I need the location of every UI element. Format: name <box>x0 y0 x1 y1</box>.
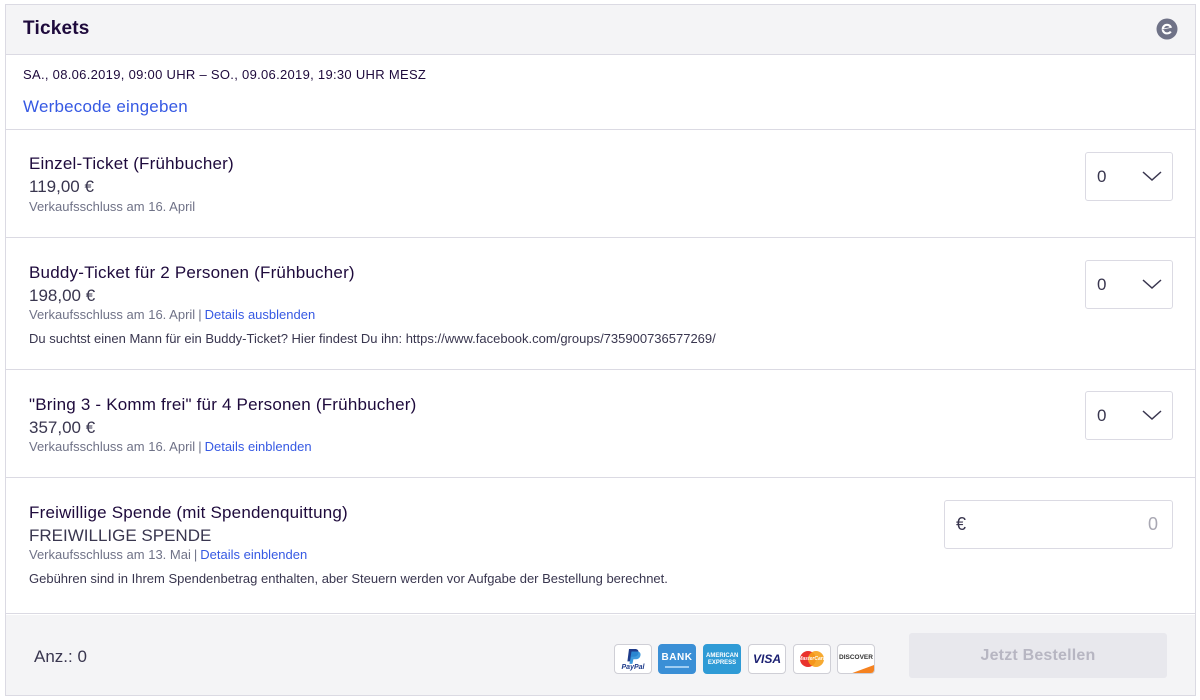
mastercard-icon: MasterCard <box>793 644 831 674</box>
ticket-sales-end: Verkaufsschluss am 16. April | Details ein… <box>29 439 312 454</box>
bank-label: BANK <box>661 652 693 663</box>
discover-icon: DISCOVER <box>837 644 875 674</box>
quantity-value: 0 <box>1097 167 1107 186</box>
donation-placeholder: 0 <box>1147 514 1158 534</box>
mastercard-label: MasterCard <box>798 656 826 662</box>
details-toggle-link[interactable]: Details einblenden <box>200 547 307 562</box>
ticket-row: Buddy-Ticket für 2 Personen (Frühbucher)… <box>6 238 1195 370</box>
total-quantity: Anz.: 0 <box>34 647 87 666</box>
paypal-label: PayPal <box>621 664 645 671</box>
amex-label: AMERICAN EXPRESS <box>706 653 739 666</box>
sales-end-text: Verkaufsschluss am 16. April <box>29 439 196 454</box>
ticket-description: Du suchtst einen Mann für ein Buddy-Tick… <box>29 331 716 346</box>
discover-label: DISCOVER <box>839 654 873 661</box>
ticket-price: 357,00 € <box>29 418 96 437</box>
quantity-select[interactable]: 0 <box>1085 260 1173 309</box>
ticket-sales-end: Verkaufsschluss am 16. April <box>29 199 195 214</box>
paypal-icon: PayPal <box>614 644 652 674</box>
order-now-button[interactable]: Jetzt Bestellen <box>909 633 1167 678</box>
sales-end-text: Verkaufsschluss am 16. April <box>29 199 196 214</box>
quantity-value: 0 <box>1097 275 1107 294</box>
quantity-select[interactable]: 0 <box>1085 391 1173 440</box>
bank-icon: BANK <box>658 644 696 674</box>
sales-end-text: Verkaufsschluss am 16. April <box>29 307 196 322</box>
chevron-down-icon <box>1142 410 1162 421</box>
currency-symbol: € <box>956 514 967 534</box>
ticket-row: Einzel-Ticket (Frühbucher) 119,00 € Verk… <box>6 130 1195 238</box>
details-toggle-link[interactable]: Details ausblenden <box>205 307 316 322</box>
ticket-name: Einzel-Ticket (Frühbucher) <box>29 154 234 173</box>
visa-label: VISA <box>752 652 781 666</box>
sales-end-text: Verkaufsschluss am 13. Mai <box>29 547 191 562</box>
donation-row: Freiwillige Spende (mit Spendenquittung)… <box>6 478 1195 614</box>
donation-description: Gebühren sind in Ihrem Spendenbetrag ent… <box>29 571 668 586</box>
amex-icon: AMERICAN EXPRESS <box>703 644 741 674</box>
details-toggle-link[interactable]: Details einblenden <box>205 439 312 454</box>
quantity-select[interactable]: 0 <box>1085 152 1173 201</box>
chevron-down-icon <box>1142 171 1162 182</box>
ticket-price: 198,00 € <box>29 286 96 305</box>
quantity-value: 0 <box>1097 406 1107 425</box>
ticket-list: Einzel-Ticket (Frühbucher) 119,00 € Verk… <box>6 0 1195 700</box>
donation-sales-end: Verkaufsschluss am 13. Mai | Details einbl… <box>29 547 308 562</box>
visa-icon: VISA <box>748 644 786 674</box>
ticket-name: "Bring 3 - Komm frei" für 4 Personen (Fr… <box>29 395 417 414</box>
checkout-footer: Anz.: 0 PayPal BANK AMERICAN EXPRESS VIS… <box>6 615 1195 695</box>
chevron-down-icon <box>1142 279 1162 290</box>
ticket-price: 119,00 € <box>29 177 94 196</box>
donation-amount-input[interactable]: € 0 <box>944 500 1173 549</box>
ticket-row: "Bring 3 - Komm frei" für 4 Personen (Fr… <box>6 370 1195 478</box>
ticket-sales-end: Verkaufsschluss am 16. April | Details aus… <box>29 307 316 322</box>
donation-name: Freiwillige Spende (mit Spendenquittung) <box>29 503 348 522</box>
donation-subtitle: FREIWILLIGE SPENDE <box>29 526 212 545</box>
ticket-name: Buddy-Ticket für 2 Personen (Frühbucher) <box>29 263 355 282</box>
